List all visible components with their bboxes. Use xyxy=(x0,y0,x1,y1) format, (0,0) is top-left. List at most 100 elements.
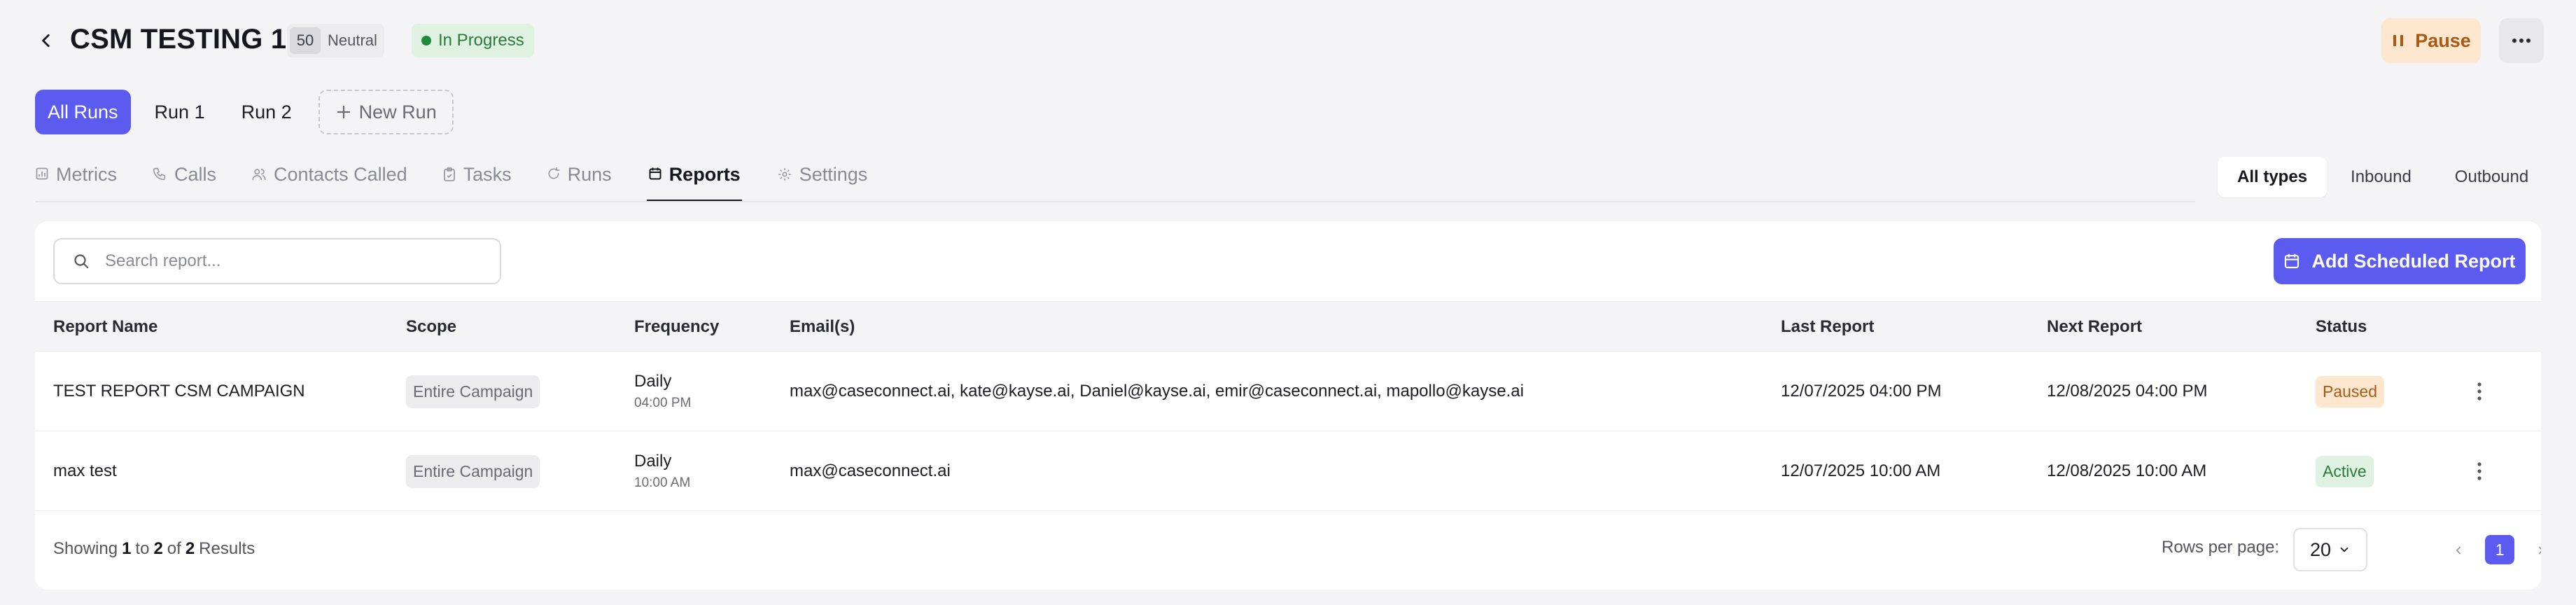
of-word: of xyxy=(167,539,181,558)
tab-runs-label: Runs xyxy=(567,164,612,185)
results-total: 2 xyxy=(185,539,195,558)
new-run-label: New Run xyxy=(358,101,437,123)
next-page-button[interactable] xyxy=(2528,536,2541,564)
search-icon xyxy=(73,253,90,270)
back-button[interactable] xyxy=(31,25,62,56)
more-vertical-icon xyxy=(2477,461,2482,481)
column-header-next-report[interactable]: Next Report xyxy=(2047,302,2142,352)
last-report: 12/07/2025 10:00 AM xyxy=(1781,461,1941,480)
tab-calls-label: Calls xyxy=(174,164,217,185)
column-header-emails[interactable]: Email(s) xyxy=(790,302,855,352)
showing-prefix: Showing xyxy=(53,539,118,558)
column-header-last-report[interactable]: Last Report xyxy=(1781,302,1874,352)
tab-settings[interactable]: Settings xyxy=(777,158,867,202)
add-scheduled-report-label: Add Scheduled Report xyxy=(2311,250,2516,272)
tab-contacts-called[interactable]: Contacts Called xyxy=(251,158,407,202)
pause-button[interactable]: Pause xyxy=(2381,18,2481,63)
chevron-right-icon xyxy=(2535,544,2541,557)
tab-reports[interactable]: Reports xyxy=(646,158,742,202)
tab-reports-label: Reports xyxy=(668,164,741,185)
column-header-scope[interactable]: Scope xyxy=(406,302,456,352)
last-report: 12/07/2025 04:00 PM xyxy=(1781,382,1942,401)
metrics-icon xyxy=(35,164,49,181)
scope-badge: Entire Campaign xyxy=(406,454,540,488)
table-row[interactable]: max test Entire Campaign Daily 10:00 AM … xyxy=(35,431,2541,511)
gear-icon xyxy=(777,164,792,182)
search-box xyxy=(53,238,501,284)
add-scheduled-report-button[interactable]: Add Scheduled Report xyxy=(2274,238,2526,284)
run-tab-run-1[interactable]: Run 1 xyxy=(142,90,218,134)
type-filter-inbound[interactable]: Inbound xyxy=(2331,157,2431,197)
sentiment-badge: 50 Neutral xyxy=(287,24,384,57)
chevron-left-icon xyxy=(37,32,55,50)
column-header-report-name[interactable]: Report Name xyxy=(53,302,158,352)
frequency-cell: Daily 10:00 AM xyxy=(634,431,690,511)
tab-tasks-label: Tasks xyxy=(463,164,512,185)
table-row[interactable]: TEST REPORT CSM CAMPAIGN Entire Campaign… xyxy=(35,352,2541,431)
status-label: In Progress xyxy=(438,31,524,50)
next-report: 12/08/2025 04:00 PM xyxy=(2047,382,2208,401)
pause-label: Pause xyxy=(2415,29,2471,51)
tab-metrics-label: Metrics xyxy=(56,164,117,185)
clipboard-icon xyxy=(442,164,456,182)
table-header: Report Name Scope Frequency Email(s) Las… xyxy=(35,301,2541,352)
call-type-filter: All types Inbound Outbound xyxy=(2218,155,2548,199)
tab-contacts-called-label: Contacts Called xyxy=(274,164,407,185)
sentiment-score: 50 xyxy=(290,27,321,54)
column-header-status[interactable]: Status xyxy=(2316,302,2367,352)
run-tabs: All Runs Run 1 Run 2 New Run xyxy=(35,90,454,134)
frequency-label: Daily xyxy=(634,372,672,391)
run-tab-run-2[interactable]: Run 2 xyxy=(229,90,304,134)
tabs-divider xyxy=(35,201,2195,202)
results-word: Results xyxy=(199,539,255,558)
results-to: 2 xyxy=(153,539,163,558)
emails: max@caseconnect.ai xyxy=(790,461,951,480)
tab-metrics[interactable]: Metrics xyxy=(35,158,117,202)
emails: max@caseconnect.ai, kate@kayse.ai, Danie… xyxy=(790,382,1524,401)
search-input[interactable] xyxy=(105,251,469,271)
new-run-button[interactable]: New Run xyxy=(318,90,454,134)
frequency-time: 10:00 AM xyxy=(634,475,691,490)
type-filter-all-types[interactable]: All types xyxy=(2218,157,2328,197)
row-actions-button[interactable] xyxy=(2465,431,2493,511)
rows-per-page-select[interactable]: 20 xyxy=(2293,528,2367,571)
chevron-down-icon xyxy=(2338,543,2351,556)
report-name: TEST REPORT CSM CAMPAIGN xyxy=(53,382,305,401)
results-summary: Showing 1 to 2 of 2 Results xyxy=(53,536,255,562)
more-vertical-icon xyxy=(2477,382,2482,401)
more-horizontal-icon xyxy=(2512,38,2531,43)
run-tab-all-runs[interactable]: All Runs xyxy=(35,90,131,134)
column-header-frequency[interactable]: Frequency xyxy=(634,302,719,352)
status-cell: Active xyxy=(2316,431,2374,511)
phone-icon xyxy=(152,164,167,182)
status-cell: Paused xyxy=(2316,352,2385,431)
status-dot-icon xyxy=(421,36,431,46)
rows-per-page-label: Rows per page: xyxy=(2162,538,2280,557)
row-actions-button[interactable] xyxy=(2465,352,2493,431)
rows-per-page-value: 20 xyxy=(2309,538,2332,560)
reports-card: Add Scheduled Report Report Name Scope F… xyxy=(35,221,2541,590)
status-badge: Active xyxy=(2316,455,2374,487)
page-title: CSM TESTING 1 xyxy=(70,24,287,55)
report-name: max test xyxy=(53,461,117,480)
scope-cell: Entire Campaign xyxy=(406,431,540,511)
chevron-left-icon xyxy=(2452,544,2465,557)
status-badge: Paused xyxy=(2316,375,2385,408)
calendar-icon xyxy=(2283,253,2300,270)
plus-icon xyxy=(335,104,352,120)
pause-icon xyxy=(2391,33,2405,48)
frequency-label: Daily xyxy=(634,452,672,471)
frequency-cell: Daily 04:00 PM xyxy=(634,352,691,431)
to-word: to xyxy=(135,539,150,558)
next-report: 12/08/2025 10:00 AM xyxy=(2047,461,2207,480)
refresh-icon xyxy=(547,164,561,181)
results-from: 1 xyxy=(122,539,132,558)
tab-calls[interactable]: Calls xyxy=(152,158,216,202)
scope-badge: Entire Campaign xyxy=(406,375,540,408)
tab-runs[interactable]: Runs xyxy=(547,158,612,202)
previous-page-button[interactable] xyxy=(2446,536,2471,564)
more-options-button[interactable] xyxy=(2499,18,2544,63)
tab-tasks[interactable]: Tasks xyxy=(442,158,512,202)
type-filter-outbound[interactable]: Outbound xyxy=(2435,157,2548,197)
page-button-1[interactable]: 1 xyxy=(2485,535,2514,564)
